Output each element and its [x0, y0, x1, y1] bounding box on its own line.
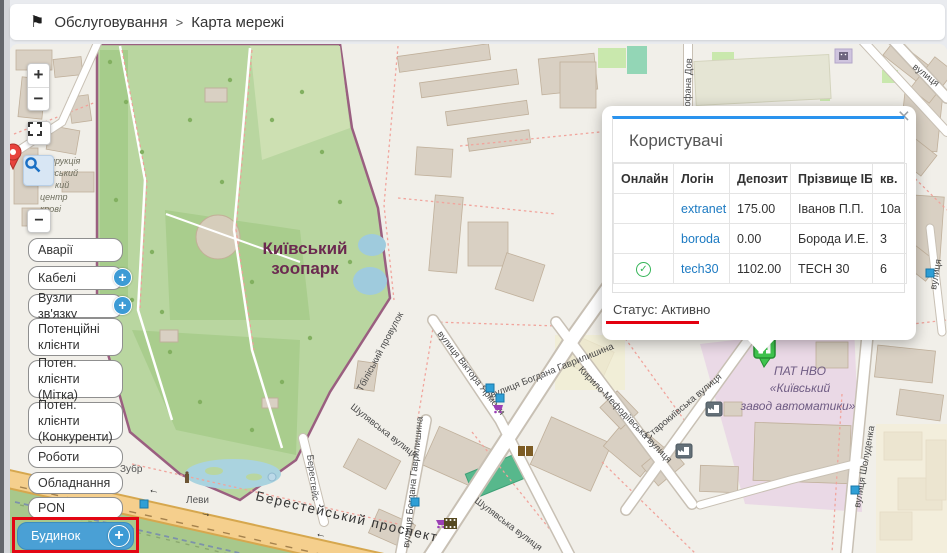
layer-label: Роботи — [38, 449, 79, 465]
breadcrumb-separator: > — [176, 15, 184, 30]
breadcrumb-section[interactable]: Обслуговування — [54, 14, 167, 31]
sidebar-item-vuzly[interactable]: Вузли зв'язку — [28, 294, 123, 318]
zoom-in-button[interactable]: + — [28, 64, 49, 87]
levy-label: Леви — [186, 495, 209, 506]
login-link[interactable]: extranet — [681, 202, 726, 216]
zoo-pond-small — [358, 234, 386, 256]
factory-label-1: ПАТ НВО — [774, 364, 826, 378]
apt-cell: 10а — [873, 194, 907, 224]
online-check-icon: ✓ — [636, 262, 651, 277]
layer-label: PON — [38, 500, 65, 516]
login-link[interactable]: boroda — [681, 232, 720, 246]
sidebar-item-potentsiini-kliienty[interactable]: Потенційні клієнти — [28, 318, 123, 356]
col-login: Логін — [674, 164, 730, 194]
cinema-icon — [444, 518, 457, 529]
flag-icon: ⚑ — [30, 12, 44, 32]
sidebar-item-roboty[interactable]: Роботи — [28, 446, 123, 468]
sidebar-item-kliienty-konkurenty[interactable]: Потен. клієнти (Конкуренти) — [28, 402, 123, 440]
fullscreen-button[interactable] — [27, 121, 51, 145]
surname-cell: ТЕСН 30 — [791, 254, 873, 284]
deposit-cell: 0.00 — [730, 224, 791, 254]
poi-label-blood-3: кий — [55, 180, 69, 190]
layer-label: Обладнання — [38, 475, 110, 491]
building-icon — [835, 49, 852, 63]
table-header-row: Онлайн Логін Депозит Прізвище ІБ кв. — [614, 164, 907, 194]
sidebar-item-kliienty-mitka[interactable]: Потен. клієнти (Мітка) — [28, 360, 123, 398]
apt-cell: 3 — [873, 224, 907, 254]
breadcrumb: ⚑ Обслуговування > Карта мережі — [10, 4, 945, 40]
campus-area — [694, 54, 831, 105]
layer-label: Будинок — [31, 528, 80, 545]
sidebar-item-avarii[interactable]: Аварії — [28, 238, 123, 262]
deposit-cell: 175.00 — [730, 194, 791, 224]
zoo-pond-mid — [353, 267, 387, 295]
online-cell — [614, 224, 674, 254]
monument-icon — [185, 471, 189, 483]
table-row: boroda 0.00 Борода И.Е. 3 — [614, 224, 907, 254]
fullscreen-icon — [28, 122, 42, 136]
sidebar-item-obladnannia[interactable]: Обладнання — [28, 472, 123, 494]
search-icon — [24, 156, 42, 174]
annotation-underline-status — [606, 321, 699, 324]
col-apt: кв. — [873, 164, 907, 194]
zoo-label: Київський — [263, 239, 348, 258]
col-online: Онлайн — [614, 164, 674, 194]
apt-cell: 6 — [873, 254, 907, 284]
popup-tail — [748, 340, 774, 354]
table-row: ✓ tech30 1102.00 ТЕСН 30 6 — [614, 254, 907, 284]
zoo-label-2: зоопарк — [271, 259, 339, 278]
layer-label: Аварії — [38, 242, 73, 258]
zoom-out-button[interactable]: − — [28, 88, 49, 111]
surname-cell: Борода И.Е. — [791, 224, 873, 254]
breadcrumb-page: Карта мережі — [191, 14, 284, 31]
factory-label-3: завод автоматики» — [740, 399, 856, 413]
library-icon — [518, 446, 533, 456]
app-window: ⚑ Обслуговування > Карта мережі — [0, 0, 947, 553]
search-button[interactable] — [23, 155, 54, 186]
fountain-icon — [268, 473, 276, 481]
online-cell — [614, 194, 674, 224]
layer-label: Кабелі — [38, 270, 76, 286]
factory-label-2: «Київський — [770, 381, 831, 395]
zoo-pond-lake — [185, 459, 281, 489]
table-row: extranet 175.00 Іванов П.П. 10а — [614, 194, 907, 224]
poi-label-blood-1: прукція — [50, 156, 81, 166]
layer-label: Потен. клієнти (Конкуренти) — [38, 397, 113, 446]
poi-label-blood-4: центр — [40, 192, 68, 202]
popup-title: Користувачі — [613, 119, 904, 163]
poi-label-blood-2: вський — [50, 168, 78, 178]
surname-cell: Іванов П.П. — [791, 194, 873, 224]
online-cell: ✓ — [614, 254, 674, 284]
factory-icon — [706, 402, 722, 416]
add-kabeli-button[interactable]: + — [113, 268, 132, 287]
layer-label: Потенційні клієнти — [38, 321, 113, 354]
users-popup: × Користувачі Онлайн Логін Депозит Прізв… — [602, 106, 916, 340]
collapse-layers-button[interactable]: − — [27, 209, 51, 233]
map-canvas[interactable]: Київський зоопарк Берестейський проспект… — [10, 44, 947, 553]
col-surname: Прізвище ІБ — [791, 164, 873, 194]
login-link[interactable]: tech30 — [681, 262, 719, 276]
users-table: Онлайн Логін Депозит Прізвище ІБ кв. ext… — [613, 163, 907, 284]
street-label-mytrofana: рофана Дов — [682, 58, 695, 112]
col-deposit: Депозит — [730, 164, 791, 194]
factory-icon — [676, 444, 692, 458]
sidebar-item-kabeli[interactable]: Кабелі — [28, 266, 123, 290]
deposit-cell: 1102.00 — [730, 254, 791, 284]
status-text: Статус: Активно — [613, 302, 710, 317]
add-budynok-button[interactable]: + — [108, 525, 130, 547]
zubr-label: Зубр — [120, 463, 143, 475]
add-vuzly-button[interactable]: + — [113, 296, 132, 315]
sidebar-item-pon[interactable]: PON — [28, 497, 123, 519]
users-card: Користувачі Онлайн Логін Депозит Прізвищ… — [612, 116, 905, 293]
school-area — [876, 424, 947, 553]
zoom-control[interactable]: + − — [27, 63, 50, 111]
